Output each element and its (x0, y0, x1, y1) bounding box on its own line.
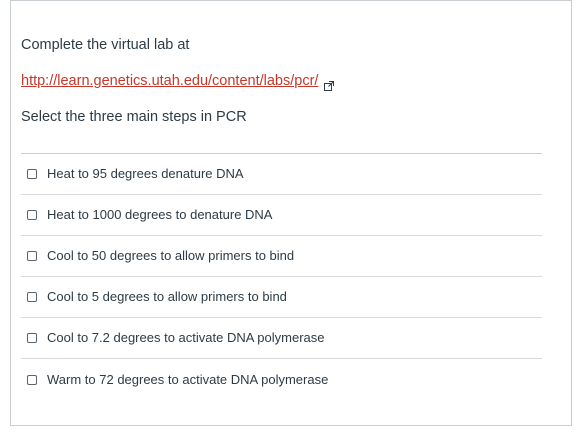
checkbox[interactable] (27, 374, 37, 385)
answer-label: Heat to 95 degrees denature DNA (47, 166, 244, 181)
external-link-icon[interactable] (324, 77, 335, 91)
answer-label: Cool to 50 degrees to allow primers to b… (47, 248, 295, 263)
answer-list: Heat to 95 degrees denature DNA Heat to … (21, 153, 542, 400)
lab-link[interactable]: http://learn.genetics.utah.edu/content/l… (21, 71, 318, 91)
answer-label: Cool to 5 degrees to allow primers to bi… (47, 289, 287, 304)
answer-option-4[interactable]: Cool to 5 degrees to allow primers to bi… (21, 277, 542, 318)
answer-option-1[interactable]: Heat to 95 degrees denature DNA (21, 154, 542, 195)
intro-text: Complete the virtual lab at (21, 37, 190, 53)
answer-option-2[interactable]: Heat to 1000 degrees to denature DNA (21, 195, 542, 236)
link-line: http://learn.genetics.utah.edu/content/l… (21, 71, 335, 91)
answer-label: Heat to 1000 degrees to denature DNA (47, 207, 273, 222)
answer-option-3[interactable]: Cool to 50 degrees to allow primers to b… (21, 236, 542, 277)
checkbox[interactable] (27, 292, 37, 302)
checkbox[interactable] (27, 333, 37, 343)
checkbox[interactable] (27, 169, 37, 179)
answer-option-5[interactable]: Cool to 7.2 degrees to activate DNA poly… (21, 318, 542, 359)
checkbox[interactable] (27, 210, 37, 220)
answer-option-6[interactable]: Warm to 72 degrees to activate DNA polym… (21, 359, 542, 400)
answer-label: Warm to 72 degrees to activate DNA polym… (47, 371, 329, 387)
checkbox[interactable] (27, 251, 37, 261)
question-prompt: Select the three main steps in PCR (21, 109, 247, 125)
answer-label: Cool to 7.2 degrees to activate DNA poly… (47, 330, 325, 345)
